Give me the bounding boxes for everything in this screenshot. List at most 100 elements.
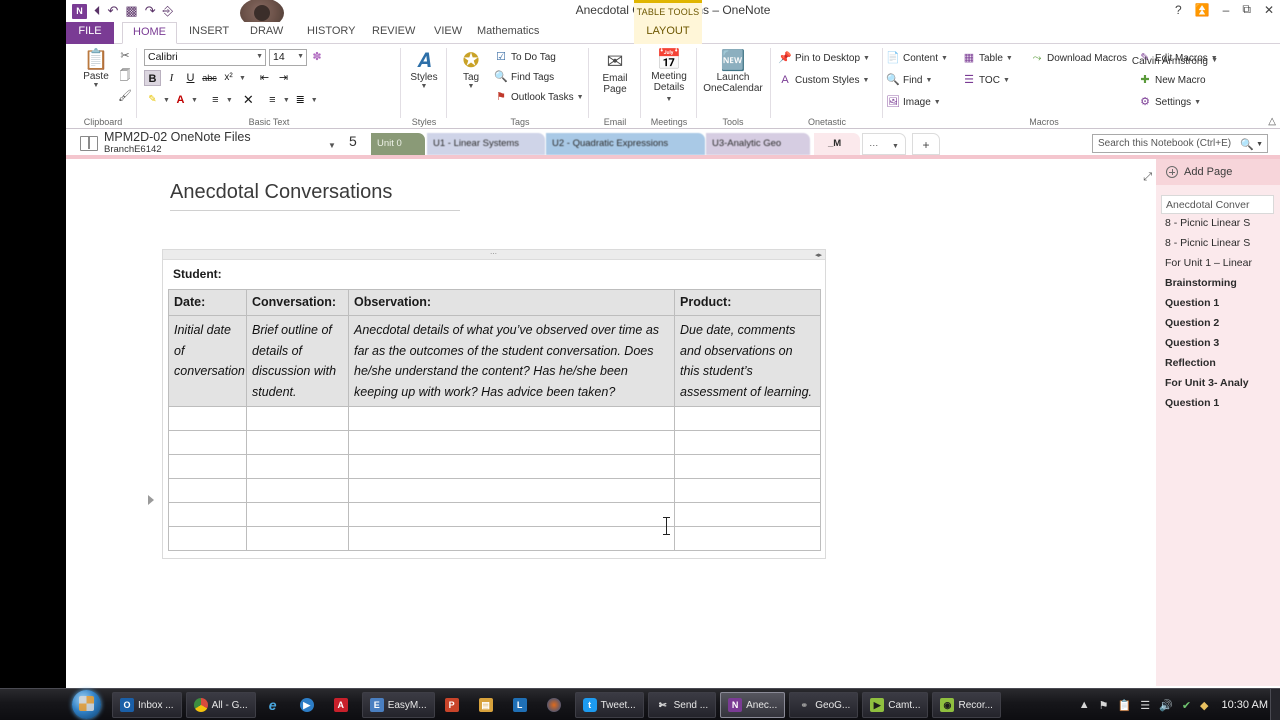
taskbar-item-tweet[interactable]: t Tweet... <box>574 692 644 718</box>
section-tab-unit-0[interactable]: Unit 0 <box>371 133 425 155</box>
taskbar-item-all-g[interactable]: All - G... <box>185 692 256 718</box>
tab-view[interactable]: VIEW <box>424 22 472 44</box>
chevron-down-icon[interactable]: ▼ <box>925 77 932 84</box>
cell-product[interactable] <box>674 526 821 551</box>
cell-observation[interactable] <box>348 454 675 479</box>
start-button[interactable] <box>72 690 101 719</box>
chevron-down-icon[interactable]: ▼ <box>577 94 584 101</box>
page-item-anecdotal-conver[interactable]: Anecdotal Conver <box>1161 195 1274 214</box>
chevron-down-icon[interactable]: ▼ <box>283 97 290 104</box>
show-desktop-button[interactable] <box>1270 689 1280 720</box>
section-tab-u3-analytic-geo[interactable]: U3-Analytic Geo <box>706 133 810 155</box>
taskbar-item-camtasia[interactable]: ▶ Camt... <box>862 692 929 718</box>
notebook-chevron-down-icon[interactable]: ▼ <box>328 141 336 150</box>
taskbar-item-media-player[interactable]: ▶ <box>294 692 324 718</box>
cell-conversation[interactable] <box>246 430 349 455</box>
taskbar-item-internet-explorer[interactable]: e <box>260 692 290 718</box>
taskbar-item-camtasia-recorder[interactable]: ◉ Recor... <box>932 692 1001 718</box>
chevron-down-icon[interactable]: ▼ <box>454 83 488 90</box>
underline-button[interactable]: U <box>182 70 199 86</box>
cell-observation[interactable]: Anecdotal details of what you’ve observe… <box>348 315 675 407</box>
tab-insert[interactable]: INSERT <box>179 22 239 44</box>
outlook-tasks-item[interactable]: ⚑ Outlook Tasks ▼ <box>494 91 584 104</box>
page-object-handle[interactable] <box>148 495 154 505</box>
volume-icon[interactable]: 🔊 <box>1159 699 1173 712</box>
anecdotal-table[interactable]: Date: Conversation: Observation: Product… <box>168 289 821 551</box>
custom-styles-item[interactable]: A Custom Styles ▼ <box>778 74 869 87</box>
cell-product[interactable] <box>674 406 821 431</box>
strikethrough-button[interactable]: abc <box>201 70 218 86</box>
cell-date[interactable] <box>168 526 247 551</box>
bullets-button[interactable]: ≡ <box>264 92 281 108</box>
to-do-tag-item[interactable]: ☑ To Do Tag <box>494 51 556 64</box>
macro-toc-item[interactable]: ☰ TOC ▼ <box>962 74 1010 87</box>
taskbar-item-powerpoint[interactable]: P <box>439 692 469 718</box>
chevron-down-icon[interactable]: ▼ <box>297 53 304 60</box>
cell-conversation[interactable] <box>246 478 349 503</box>
italic-button[interactable]: I <box>163 70 180 86</box>
cell-date[interactable] <box>168 430 247 455</box>
cell-conversation[interactable] <box>246 406 349 431</box>
note-container[interactable]: ⋯ ◂▸ Student: Date: Conversation: Observ… <box>162 249 826 559</box>
page-item-brainstorming[interactable]: Brainstorming <box>1156 274 1280 294</box>
notebook-selector[interactable]: MPM2D-02 OneNote Files BranchE6142 <box>80 131 251 155</box>
paste-chevron-down-icon[interactable]: ▼ <box>76 82 116 89</box>
full-page-view-icon[interactable]: ⤢ <box>1143 171 1152 184</box>
show-hidden-icons-icon[interactable]: ▲ <box>1079 699 1090 711</box>
cell-date[interactable] <box>168 406 247 431</box>
page-item-question-1a[interactable]: Question 1 <box>1156 294 1280 314</box>
minimize-icon[interactable]: – <box>1223 3 1230 17</box>
macro-table-item[interactable]: ▦ Table ▼ <box>962 52 1013 65</box>
page-title[interactable]: Anecdotal Conversations <box>170 181 460 211</box>
section-overflow-chevron-down-icon[interactable]: ▼ <box>892 143 899 150</box>
cell-conversation[interactable]: Brief outline of details of discussion w… <box>246 315 349 407</box>
taskbar-item-easym[interactable]: E EasyM... <box>361 692 435 718</box>
numbering-button[interactable]: ≣ <box>292 92 309 108</box>
ribbon-display-options-icon[interactable]: ⏫ <box>1195 3 1210 17</box>
section-tab-u2-quadratic-expressions[interactable]: U2 - Quadratic Expressions <box>546 133 705 155</box>
page-item-question-1b[interactable]: Question 1 <box>1156 394 1280 414</box>
chevron-down-icon[interactable]: ▼ <box>941 55 948 62</box>
tab-layout[interactable]: LAYOUT <box>634 22 702 44</box>
chevron-down-icon[interactable]: ▼ <box>666 96 673 103</box>
section-tab-u1-linear-systems[interactable]: U1 - Linear Systems <box>427 133 545 155</box>
cell-product[interactable] <box>674 454 821 479</box>
chevron-down-icon[interactable]: ▼ <box>862 77 869 84</box>
email-page-button[interactable]: ✉ Email Page <box>592 51 638 95</box>
macro-content-item[interactable]: 📄 Content ▼ <box>886 52 948 65</box>
container-handle[interactable]: ⋯ ◂▸ <box>163 250 825 260</box>
macro-find-item[interactable]: 🔍 Find ▼ <box>886 74 932 87</box>
chevron-down-icon[interactable]: ▼ <box>1003 77 1010 84</box>
chevron-down-icon[interactable]: ▼ <box>311 97 318 104</box>
cell-conversation[interactable] <box>246 502 349 527</box>
restore-icon[interactable]: ⧉ <box>1242 2 1251 17</box>
cell-observation[interactable] <box>348 526 675 551</box>
help-icon[interactable]: ? <box>1175 3 1182 17</box>
cell-product[interactable]: Due date, comments and observations on t… <box>674 315 821 407</box>
tab-mathematics[interactable]: Mathematics <box>467 22 549 44</box>
cut-icon[interactable]: ✂ <box>118 50 132 63</box>
bold-button[interactable]: B <box>144 70 161 86</box>
taskbar-item-geogebra[interactable]: ⚭ GeoG... <box>789 692 859 718</box>
taskbar-item-inbox[interactable]: O Inbox ... <box>112 692 182 718</box>
page-item-8-picnic-linear-s-2[interactable]: 8 - Picnic Linear S <box>1156 234 1280 254</box>
account-name[interactable]: Calvin Armstrong <box>1132 56 1208 67</box>
tab-draw[interactable]: DRAW <box>240 22 293 44</box>
increase-indent-button[interactable]: ⇥ <box>275 70 292 86</box>
chevron-down-icon[interactable]: ▼ <box>1194 99 1201 106</box>
tab-file[interactable]: FILE <box>66 22 114 44</box>
add-page-button[interactable]: Add Page <box>1156 159 1280 185</box>
chevron-down-icon[interactable]: ▼ <box>863 55 870 62</box>
tag-button[interactable]: ✪ Tag ▼ <box>454 50 488 90</box>
chevron-down-icon[interactable]: ▼ <box>191 97 198 104</box>
superscript-button[interactable]: x² <box>220 70 237 86</box>
cell-observation[interactable] <box>348 406 675 431</box>
macro-settings-item[interactable]: ⚙ Settings ▼ <box>1138 96 1201 109</box>
clear-formatting-button[interactable]: ✕ <box>240 92 257 108</box>
cell-conversation[interactable] <box>246 454 349 479</box>
cell-product[interactable] <box>674 502 821 527</box>
clock[interactable]: 10:30 AM <box>1218 699 1268 711</box>
section-overflow-button[interactable]: … <box>862 133 906 155</box>
tab-review[interactable]: REVIEW <box>362 22 425 44</box>
taskbar-item-lync[interactable]: L <box>507 692 537 718</box>
